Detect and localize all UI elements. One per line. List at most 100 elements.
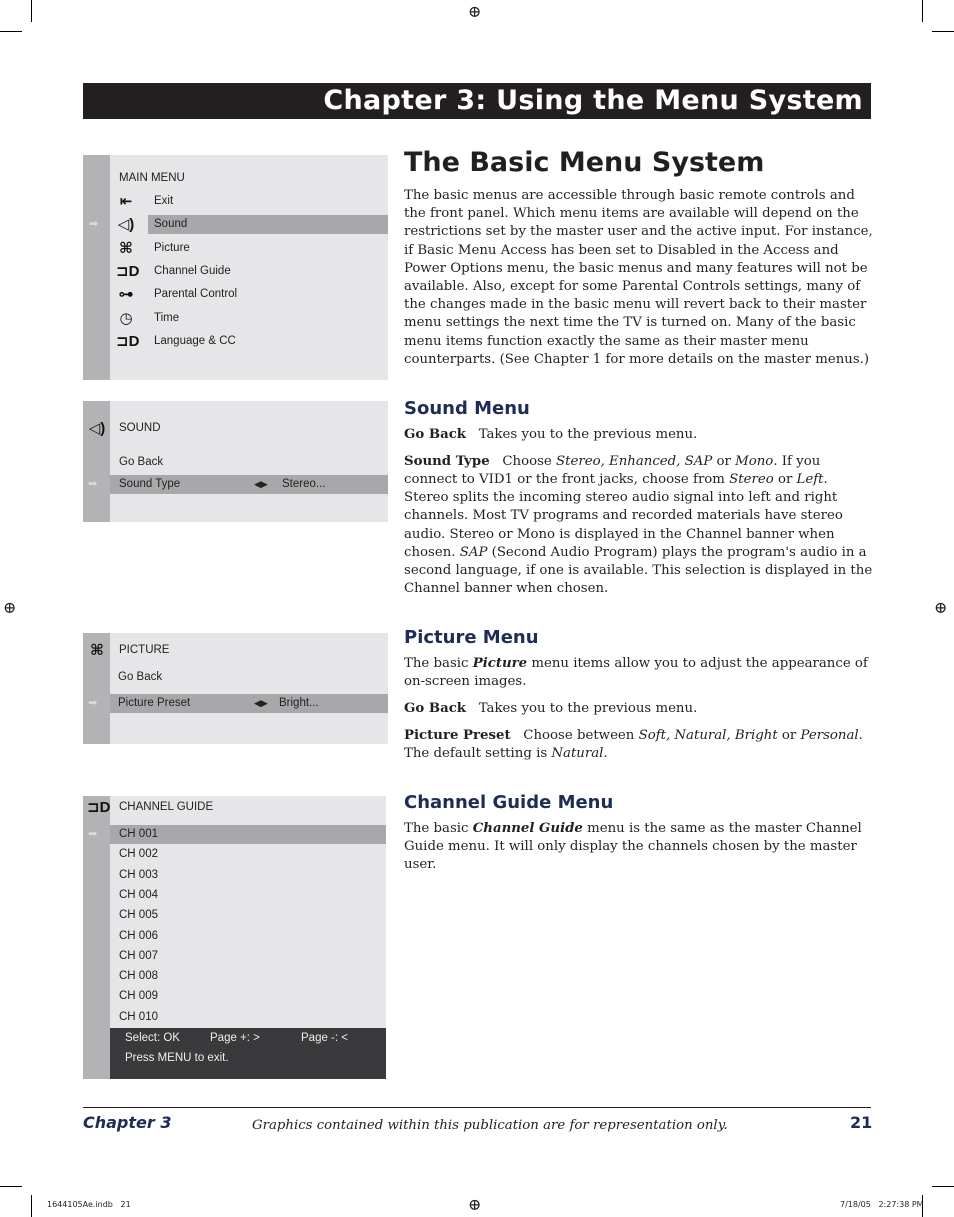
selection-arrow-icon: ➡ [88, 828, 98, 840]
channel-row[interactable]: CH 004 [110, 886, 386, 905]
clock-icon: ◷ [119, 309, 133, 327]
channel-label: CH 010 [119, 1010, 158, 1023]
sound-menu-screen: ◁) SOUND Go Back ➡ Sound Type ◀▶ Stereo.… [83, 401, 388, 522]
channel-row[interactable]: CH 003 [110, 866, 386, 885]
paragraph: Picture Preset Choose between Soft, Natu… [404, 727, 874, 763]
chapter-header-bar: Chapter 3: Using the Menu System [83, 83, 871, 119]
channel-row[interactable]: CH 006 [110, 927, 386, 946]
page-title: The Basic Menu System [404, 147, 765, 178]
text-run: Personal [800, 727, 859, 743]
plug-icon: ⊐D [116, 332, 140, 350]
text-run: Go Back [404, 700, 467, 716]
channel-row[interactable]: ➡ CH 001 [88, 825, 386, 844]
text-run: Left [796, 471, 824, 487]
channel-label: CH 003 [119, 868, 158, 881]
sound-menu-text: Go Back Takes you to the previous menu. S… [404, 426, 874, 607]
document-page: ⊕ ⊕ ⊕ ⊕ Chapter 3: Using the Menu System… [0, 0, 954, 1217]
channel-row[interactable]: CH 002 [110, 845, 386, 864]
go-back-item[interactable]: Go Back [118, 671, 162, 683]
exit-hint: Press MENU to exit. [125, 1052, 229, 1064]
paragraph: The basic Picture menu items allow you t… [404, 655, 874, 691]
sound-type-row[interactable]: ➡ Sound Type ◀▶ Stereo... [88, 475, 388, 494]
main-menu-item[interactable]: Picture [148, 239, 388, 258]
speaker-icon: ◁) [88, 420, 106, 437]
channel-guide-screen: ⊐D CHANNEL GUIDE ➡ CH 001 CH 002 CH 003 CH 0… [83, 796, 386, 1079]
picture-preset-row[interactable]: ➡ Picture Preset ◀▶ Bright... [88, 694, 388, 713]
channel-guide-heading: Channel Guide Menu [404, 792, 614, 813]
page-minus-hint: Page -: < [301, 1032, 348, 1044]
channel-label: CH 005 [119, 909, 158, 922]
speaker-icon: ◁) [117, 216, 135, 234]
main-menu-item[interactable]: Channel Guide [148, 262, 388, 281]
main-menu-screen: MAIN MENU ⇤ Exit ◁) Sound ➡ ⌘ Picture ⊐D Channel… [83, 155, 388, 380]
back-arrow-icon: ⇤ [119, 193, 133, 210]
footer-chapter: Chapter 3 [83, 1113, 172, 1132]
main-menu-item[interactable]: Parental Control [148, 285, 388, 304]
registration-mark-icon: ⊕ [934, 598, 948, 617]
selection-arrow-icon: ➡ [89, 218, 99, 231]
footer-disclaimer: Graphics contained within this publicati… [252, 1118, 728, 1133]
registration-mark-icon: ⊕ [468, 1195, 482, 1214]
paragraph: Go Back Takes you to the previous menu. [404, 426, 874, 444]
text-run: Mono [735, 453, 774, 469]
select-hint: Select: OK [125, 1032, 180, 1044]
plug-icon: ⊐D [116, 262, 140, 280]
channel-label: CH 008 [119, 970, 158, 983]
picture-menu-screen: ⌘ PICTURE Go Back ➡ Picture Preset ◀▶ Br… [83, 633, 388, 744]
sound-menu-title: SOUND [119, 422, 161, 434]
channel-label: CH 009 [119, 990, 158, 1003]
channel-row[interactable]: CH 007 [110, 947, 386, 966]
page-number: 21 [850, 1113, 873, 1132]
go-back-item[interactable]: Go Back [119, 456, 163, 468]
channel-row[interactable]: CH 005 [110, 906, 386, 925]
chapter-header: Chapter 3: Using the Menu System [323, 85, 863, 116]
text-run: Picture Preset [404, 727, 511, 743]
text-run: Channel Guide [472, 821, 583, 836]
channel-guide-text: The basic Channel Guide menu is the same… [404, 820, 874, 883]
text-run: Takes you to the previous menu. [466, 700, 698, 716]
text-run: Takes you to the previous menu. [466, 427, 698, 442]
picture-preset-value: Bright... [279, 697, 319, 709]
sound-type-label: Sound Type [119, 478, 181, 490]
channel-row[interactable]: CH 009 [110, 987, 386, 1006]
main-menu-item[interactable]: Time [148, 309, 388, 328]
picture-menu-text: The basic Picture menu items allow you t… [404, 655, 874, 772]
text-run: Natural [551, 745, 604, 761]
menu-item-label: Exit [154, 195, 174, 207]
channel-row[interactable]: CH 010 [110, 1008, 386, 1027]
plug-icon: ⊐D [87, 799, 111, 816]
picture-menu-heading: Picture Menu [404, 627, 539, 648]
channel-guide-title: CHANNEL GUIDE [119, 801, 214, 813]
channel-label: CH 001 [119, 828, 158, 840]
main-menu-title: MAIN MENU [119, 172, 185, 184]
slug-file: 1644105Ae.indb 21 [47, 1200, 131, 1209]
paragraph: The basic Channel Guide menu is the same… [404, 820, 874, 875]
picture-preset-label: Picture Preset [118, 697, 191, 709]
main-menu-item[interactable]: Exit [148, 192, 388, 211]
main-menu-item[interactable]: Language & CC [148, 332, 388, 351]
text-run: . [603, 745, 608, 761]
channel-guide-help: Select: OK Page +: > Page -: < Press MEN… [110, 1028, 386, 1079]
channel-row[interactable]: CH 008 [110, 967, 386, 986]
text-run: The basic [404, 821, 473, 836]
text-run: Stereo, Enhanced, SAP [556, 453, 713, 469]
text-run: The basic [404, 656, 473, 671]
menu-item-label: Channel Guide [154, 264, 231, 277]
text-run: or [773, 471, 797, 487]
text-run: Soft, Natural, Bright [638, 727, 778, 743]
page-plus-hint: Page +: > [210, 1032, 260, 1044]
registration-mark-icon: ⊕ [3, 598, 17, 617]
left-right-arrows-icon: ◀▶ [254, 698, 268, 708]
sound-menu-heading: Sound Menu [404, 398, 530, 419]
main-menu-item[interactable]: Sound [148, 215, 388, 235]
paragraph: Go Back Takes you to the previous menu. [404, 700, 874, 718]
channel-label: CH 007 [119, 949, 158, 962]
picture-menu-title: PICTURE [119, 644, 170, 656]
text-run: Stereo [729, 471, 774, 487]
registration-mark-icon: ⊕ [468, 2, 482, 21]
left-right-arrows-icon: ◀▶ [254, 479, 268, 489]
key-icon: ⊶ [118, 286, 134, 304]
menu-item-label: Time [154, 311, 180, 324]
channel-label: CH 002 [119, 848, 158, 861]
channel-label: CH 004 [119, 888, 158, 901]
